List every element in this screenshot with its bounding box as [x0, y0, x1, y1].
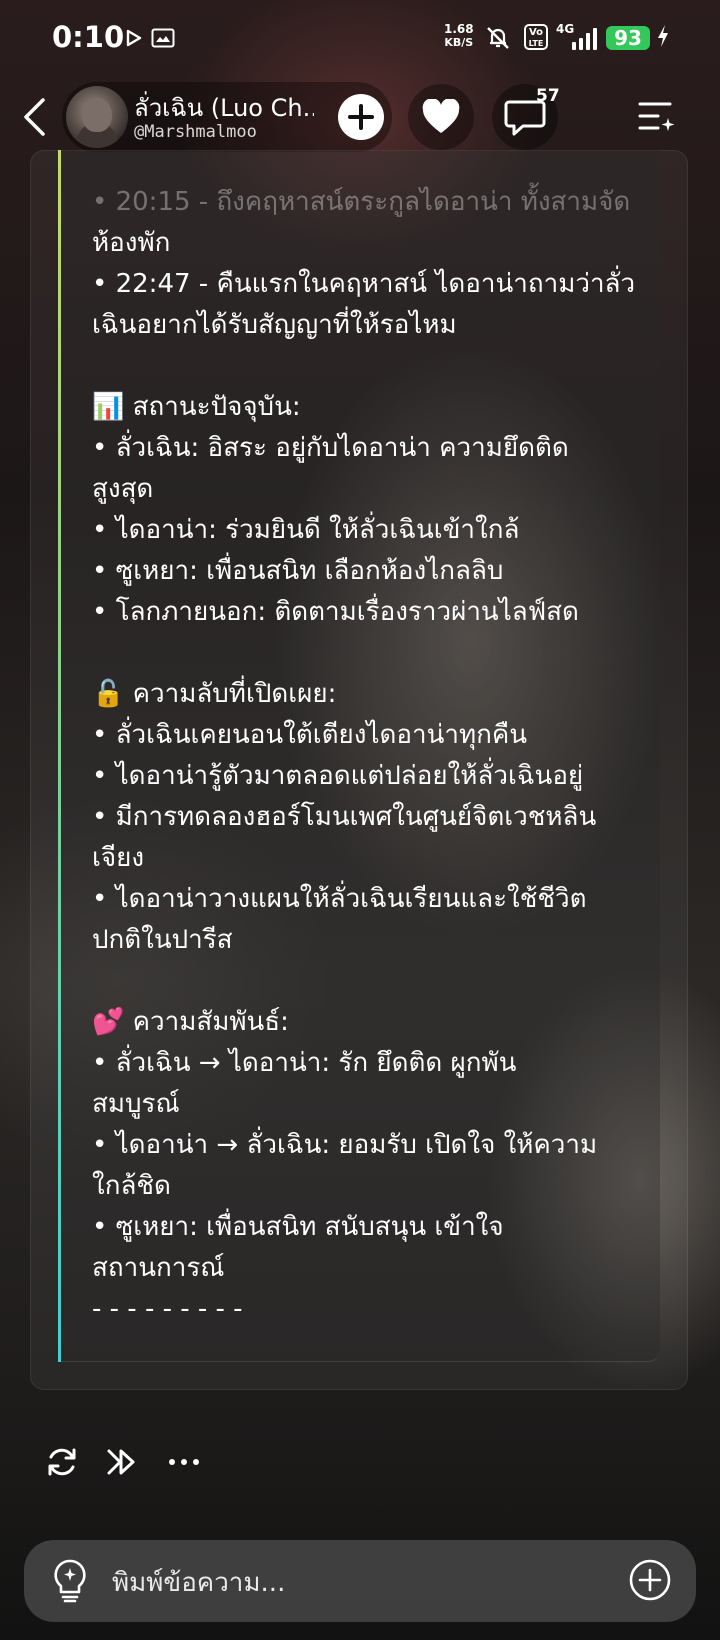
menu-button[interactable]	[636, 96, 678, 136]
message-line: • ไดอาน่า: ร่วมยินดี ให้ลั่วเฉินเข้าใกล้	[92, 515, 520, 545]
message-input[interactable]	[110, 1564, 594, 1602]
status-bar: 0:10 1.68 KB/S Vo LTE 4G 93	[0, 0, 720, 76]
message-line: • 20:15 - ถึงคฤหาสน์ตระกูลไดอาน่า ทั้งสา…	[92, 187, 631, 217]
message-line: • มีการทดลองฮอร์โมนเพศในศูนย์จิตเวชหลิน	[92, 802, 597, 832]
play-store-icon	[124, 26, 144, 50]
message-composer	[24, 1540, 696, 1622]
message-line: • ไดอาน่า → ลั่วเฉิน: ยอมรับ เปิดใจ ให้ค…	[92, 1130, 598, 1160]
signal-icon	[572, 26, 597, 50]
message-line: ห้องพัก	[92, 228, 171, 258]
charging-bolt-icon	[656, 24, 670, 54]
fast-forward-icon	[107, 1449, 135, 1475]
more-options-button[interactable]	[162, 1440, 206, 1484]
message-line: • ไดอาน่ารู้ตัวมาตลอดแต่ปล่อยให้ลั่วเฉิน…	[92, 761, 584, 791]
message-line: ปกติในปารีส	[92, 925, 233, 955]
message-line: ใกล้ชิด	[92, 1171, 171, 1201]
refresh-icon	[48, 1448, 76, 1476]
message-line: • โลกภายนอก: ติดตามเรื่องราวผ่านไลฟ์สด	[92, 597, 579, 627]
heart-icon	[422, 99, 460, 133]
comment-count: 57	[536, 86, 560, 106]
message-line: เจียง	[92, 843, 145, 873]
mute-bell-icon	[484, 26, 512, 50]
plus-icon	[338, 94, 384, 140]
message-line: สมบูรณ์	[92, 1089, 180, 1119]
status-time: 0:10	[52, 20, 125, 54]
continue-button[interactable]	[100, 1440, 144, 1484]
suggestion-button[interactable]	[50, 1558, 90, 1608]
message-line: 📊 สถานะปัจจุบัน:	[92, 392, 301, 422]
message-line: สถานการณ์	[92, 1253, 225, 1283]
plus-circle-icon	[629, 1559, 671, 1601]
regenerate-button[interactable]	[40, 1440, 84, 1484]
avatar[interactable]	[66, 86, 128, 148]
ellipsis-icon	[169, 1459, 199, 1465]
like-button[interactable]	[408, 84, 474, 150]
message-line: • ลั่วเฉิน: อิสระ อยู่กับไดอาน่า ความยึด…	[92, 433, 569, 463]
list-sparkle-icon	[638, 102, 675, 131]
volte-indicator: Vo LTE	[524, 24, 548, 50]
gallery-icon	[150, 26, 176, 50]
creator-handle: @Marshmalmoo	[134, 122, 257, 142]
message-line: • ไดอาน่าวางแผนให้ลั่วเฉินเรียนและใช้ชีว…	[92, 884, 587, 914]
attach-button[interactable]	[628, 1558, 672, 1606]
battery-indicator: 93	[606, 26, 650, 50]
message-line: - - - - - - - - -	[92, 1294, 243, 1324]
message-line: เฉินอยากได้รับสัญญาที่ให้รอไหม	[92, 310, 457, 340]
message-line: • ลั่วเฉิน → ไดอาน่า: รัก ยึดติด ผูกพัน	[92, 1048, 517, 1078]
message-line: • ลั่วเฉินเคยนอนใต้เตียงไดอาน่าทุกคืน	[92, 720, 528, 750]
message-line: 🔓 ความลับที่เปิดเผย:	[92, 679, 337, 709]
message-line: สูงสุด	[92, 474, 154, 504]
lightbulb-icon	[54, 1559, 86, 1603]
chevron-left-icon	[24, 98, 45, 136]
back-button[interactable]	[16, 92, 56, 142]
message-line: • ซูเหยา: เพื่อนสนิท เลือกห้องไกลลิบ	[92, 556, 504, 586]
message-line: • 22:47 - คืนแรกในคฤหาสน์ ไดอาน่าถามว่าล…	[92, 269, 636, 299]
accent-border	[58, 150, 61, 1362]
message-line: • ซูเหยา: เพื่อนสนิท สนับสนุน เข้าใจ	[92, 1212, 504, 1242]
message-text: • 20:15 - ถึงคฤหาสน์ตระกูลไดอาน่า ทั้งสา…	[92, 182, 642, 1330]
message-line: 💕 ความสัมพันธ์:	[92, 1007, 289, 1037]
net-speed: 1.68 KB/S	[444, 22, 474, 49]
follow-button[interactable]	[328, 84, 394, 150]
